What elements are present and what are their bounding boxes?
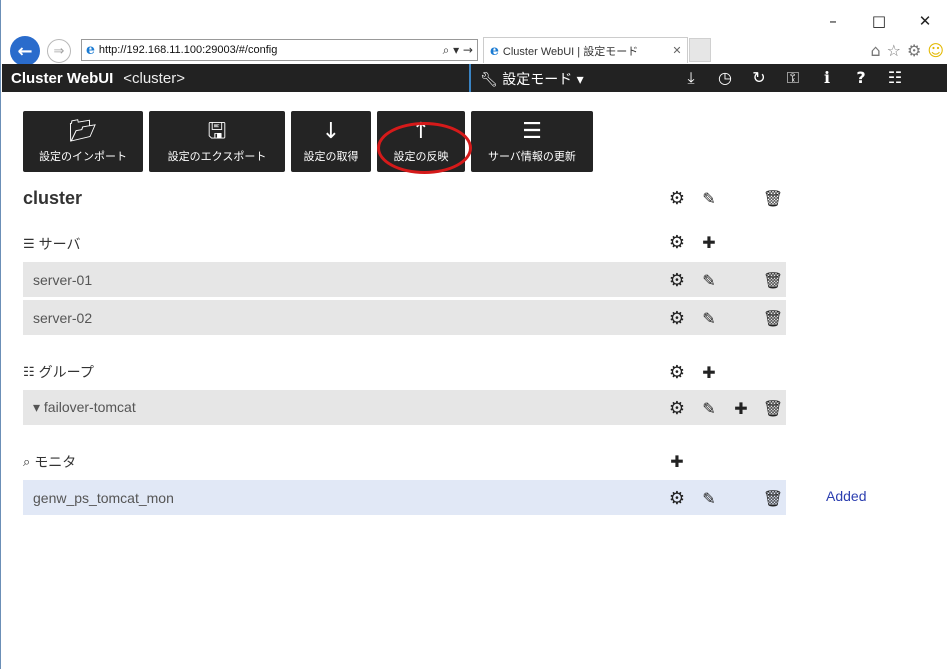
star-icon[interactable]: ☆ xyxy=(887,41,901,60)
monitor-row-actions: ⚙ ✎ • 🗑︎ xyxy=(661,488,789,509)
window-controls: – □ ✕ xyxy=(810,12,947,30)
server-edit-icon[interactable]: ✎ xyxy=(693,309,725,328)
monitor-name: genw_ps_tomcat_mon xyxy=(33,489,174,506)
get-label: 設定の取得 xyxy=(303,150,359,163)
mode-label: 設定モード ▾ xyxy=(502,72,584,88)
monitor-edit-icon[interactable]: ✎ xyxy=(693,489,725,508)
status-badge: Added xyxy=(826,488,867,504)
group-edit-icon[interactable]: ✎ xyxy=(693,399,725,418)
cluster-delete-icon[interactable]: 🗑︎ xyxy=(757,189,789,208)
monitor-properties-icon[interactable]: ⚙ xyxy=(661,488,693,509)
arrow-down-icon: ↓ xyxy=(321,119,341,144)
monitor-delete-icon[interactable]: 🗑︎ xyxy=(757,489,789,508)
server-row-actions: ⚙ ✎ • 🗑︎ xyxy=(661,270,789,291)
mode-dropdown[interactable]: 🔧︎ 設定モード ▾ xyxy=(480,69,584,89)
server-refresh-icon: ☰ xyxy=(522,119,542,144)
forward-button[interactable]: ⇒ xyxy=(47,39,71,63)
server-delete-icon[interactable]: 🗑︎ xyxy=(757,309,789,328)
help-icon[interactable]: ? xyxy=(844,66,878,90)
groups-actions: ⚙ ✚ xyxy=(661,362,725,383)
import-config-button[interactable]: 📂︎ 設定のインポート xyxy=(23,111,143,172)
browser-window: – □ ✕ ← ⇒ e http://192.168.11.100:29003/… xyxy=(0,0,947,669)
browser-chrome: – □ ✕ ← ⇒ e http://192.168.11.100:29003/… xyxy=(1,0,947,66)
cluster-actions: ⚙ ✎ • 🗑︎ xyxy=(661,188,789,209)
search-icon: ⌕ xyxy=(23,454,31,469)
save-icon: 🖫︎ xyxy=(207,119,227,144)
servers-actions: ⚙ ✚ xyxy=(661,232,725,253)
server-name: server-02 xyxy=(33,309,93,326)
cluster-edit-icon[interactable]: ✎ xyxy=(693,189,725,208)
get-config-button[interactable]: ↓ 設定の取得 xyxy=(291,111,371,172)
arrow-left-icon: ← xyxy=(17,40,33,62)
highlight-circle xyxy=(377,122,472,174)
header-icons: ⤓ ◷ ↻ ⚿ i ? ☷ xyxy=(674,66,912,90)
servers-properties-icon[interactable]: ⚙ xyxy=(661,232,693,253)
monitors-actions: ✚ xyxy=(661,452,693,471)
folder-open-icon: 📂︎ xyxy=(69,119,97,144)
settings-icon[interactable]: ⚙ xyxy=(907,41,921,60)
server-edit-icon[interactable]: ✎ xyxy=(693,271,725,290)
monitors-section-title: ⌕ モニタ xyxy=(23,452,76,472)
tab-title: Cluster WebUI | 設定モード xyxy=(502,45,639,58)
groups-section-title: ☷ グループ xyxy=(23,362,94,382)
export-config-button[interactable]: 🖫︎ 設定のエクスポート xyxy=(149,111,285,172)
group-name: ▾ failover-tomcat xyxy=(33,399,136,415)
group-delete-icon[interactable]: 🗑︎ xyxy=(757,399,789,418)
home-icon[interactable]: ⌂ xyxy=(870,41,880,60)
config-toolbar: 📂︎ 設定のインポート 🖫︎ 設定のエクスポート ↓ 設定の取得 ↑ 設定の反映… xyxy=(23,111,593,172)
server-row-actions: ⚙ ✎ • 🗑︎ xyxy=(661,308,789,329)
groups-title: グループ xyxy=(38,364,94,380)
app-header: Cluster WebUI <cluster> 🔧︎ 設定モード ▾ ⤓ ◷ ↻… xyxy=(2,64,947,92)
group-grid-icon: ☷ xyxy=(23,364,35,379)
back-button[interactable]: ← xyxy=(10,36,40,66)
browser-tab[interactable]: e Cluster WebUI | 設定モード ✕ xyxy=(483,37,688,63)
server-list-icon: ☰ xyxy=(23,236,35,251)
arrow-right-icon: ⇒ xyxy=(53,43,65,59)
ie-tab-icon: e xyxy=(490,42,499,59)
list-icon[interactable]: ☷ xyxy=(878,66,912,90)
add-monitor-icon[interactable]: ✚ xyxy=(661,452,693,471)
add-resource-icon[interactable]: ✚ xyxy=(725,399,757,418)
servers-title: サーバ xyxy=(38,236,81,252)
search-go-icon[interactable]: ⌕ ▾ → xyxy=(429,43,477,58)
maximize-button[interactable]: □ xyxy=(856,12,902,30)
new-tab-button[interactable] xyxy=(689,38,711,62)
group-row-actions: ⚙ ✎ ✚ 🗑︎ xyxy=(661,398,789,419)
update-label: サーバ情報の更新 xyxy=(488,150,576,163)
server-name: server-01 xyxy=(33,271,93,288)
cluster-name: <cluster> xyxy=(123,69,185,87)
monitors-title: モニタ xyxy=(34,454,77,470)
refresh-icon[interactable]: ↻ xyxy=(742,66,776,90)
group-properties-icon[interactable]: ⚙ xyxy=(661,398,693,419)
wrench-icon: 🔧︎ xyxy=(480,72,498,88)
minimize-button[interactable]: – xyxy=(810,12,856,30)
server-delete-icon[interactable]: 🗑︎ xyxy=(757,271,789,290)
cluster-title: cluster xyxy=(23,188,83,208)
app-brand: Cluster WebUI xyxy=(11,69,114,87)
ie-logo-icon: e xyxy=(86,42,95,58)
update-server-info-button[interactable]: ☰ サーバ情報の更新 xyxy=(471,111,593,172)
import-label: 設定のインポート xyxy=(39,150,127,163)
servers-section-title: ☰ サーバ xyxy=(23,234,81,254)
server-properties-icon[interactable]: ⚙ xyxy=(661,270,693,291)
cluster-properties-icon[interactable]: ⚙ xyxy=(661,188,693,209)
download-icon[interactable]: ⤓ xyxy=(674,66,708,90)
browser-toolbar-icons: ⌂ ☆ ⚙ ☺ xyxy=(870,41,944,60)
info-icon[interactable]: i xyxy=(810,66,844,90)
close-button[interactable]: ✕ xyxy=(902,12,947,30)
address-bar[interactable]: e http://192.168.11.100:29003/#/config ⌕… xyxy=(81,39,478,61)
groups-properties-icon[interactable]: ⚙ xyxy=(661,362,693,383)
clock-icon[interactable]: ◷ xyxy=(708,66,742,90)
tab-close-icon[interactable]: ✕ xyxy=(667,44,687,57)
server-properties-icon[interactable]: ⚙ xyxy=(661,308,693,329)
add-group-icon[interactable]: ✚ xyxy=(693,363,725,382)
export-label: 設定のエクスポート xyxy=(167,150,267,163)
smiley-icon[interactable]: ☺ xyxy=(927,41,944,60)
key-icon[interactable]: ⚿ xyxy=(776,66,810,90)
mode-separator xyxy=(469,64,471,92)
address-url[interactable]: http://192.168.11.100:29003/#/config xyxy=(99,44,429,56)
add-server-icon[interactable]: ✚ xyxy=(693,233,725,252)
